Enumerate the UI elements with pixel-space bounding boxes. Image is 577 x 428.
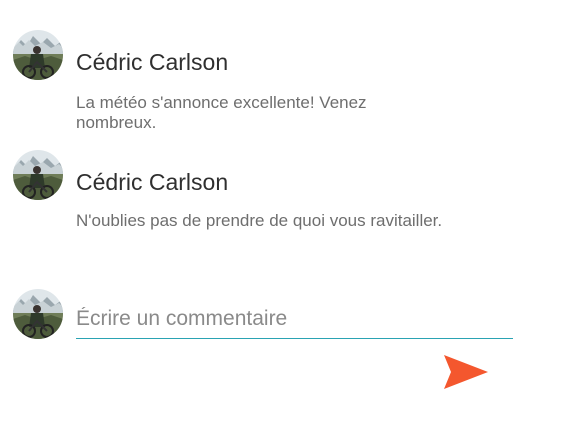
- comment-input-container: [76, 304, 513, 339]
- user-photo-avatar-icon: [13, 150, 63, 200]
- send-icon: [444, 355, 488, 389]
- avatar[interactable]: [13, 150, 63, 200]
- comment-text: N'oublies pas de prendre de quoi vous ra…: [76, 211, 443, 230]
- send-button[interactable]: [440, 353, 490, 391]
- comment-text: La météo s'annonce excellente! Venez nom…: [76, 93, 367, 132]
- user-photo-avatar-icon: [13, 30, 63, 80]
- user-photo-avatar-icon: [13, 289, 63, 339]
- comment-input[interactable]: [76, 304, 513, 334]
- avatar[interactable]: [13, 30, 63, 80]
- comment-author[interactable]: Cédric Carlson: [76, 169, 228, 195]
- comment-author[interactable]: Cédric Carlson: [76, 49, 228, 75]
- current-user-avatar: [13, 289, 63, 339]
